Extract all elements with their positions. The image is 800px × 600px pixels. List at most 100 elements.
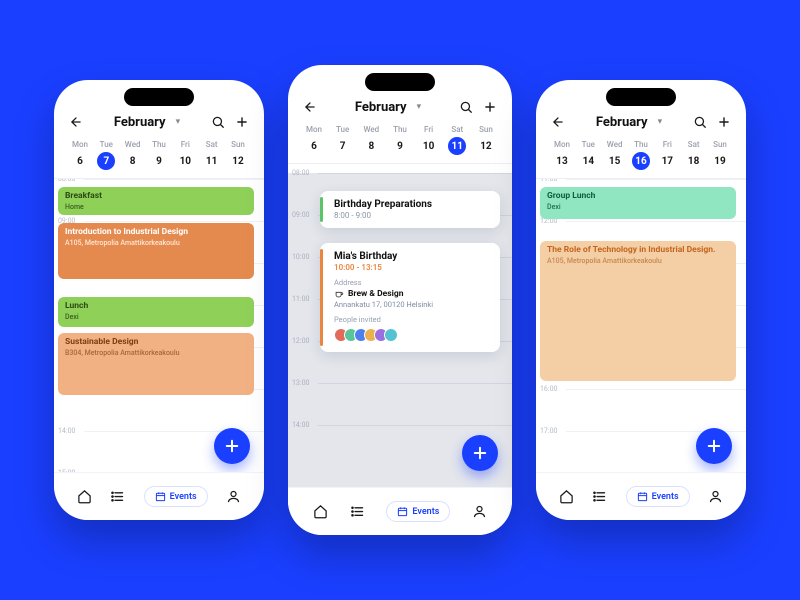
timeline[interactable]: 08:0009:0010:0011:0012:0013:0014:0015:00… <box>54 179 264 520</box>
month-selector[interactable]: February▾ <box>355 100 421 115</box>
calendar-icon <box>397 506 408 517</box>
day-number: 17 <box>658 152 676 170</box>
chevron-down-icon: ▾ <box>417 102 422 112</box>
add-button[interactable] <box>716 114 732 130</box>
device-notch <box>124 88 194 106</box>
event-subtitle: Home <box>65 203 247 211</box>
tab-home[interactable] <box>77 489 92 504</box>
add-button[interactable] <box>482 99 498 115</box>
week-row: Mon6Tue7Wed8 Thu 9 Fri10Sat11Sun12 <box>288 121 512 163</box>
day-column[interactable]: Mon6 <box>68 140 92 170</box>
day-column[interactable]: Tue7 <box>94 140 118 170</box>
tab-events[interactable]: Events <box>144 486 208 507</box>
tab-list[interactable] <box>592 489 607 504</box>
back-button[interactable] <box>550 114 566 130</box>
month-selector[interactable]: February▾ <box>596 115 662 130</box>
event-subtitle: B304, Metropolia Amattikorkeakoulu <box>65 349 247 357</box>
address-line: Annankatu 17, 00120 Helsinki <box>334 300 490 309</box>
event-subtitle: A105, Metropolia Amattikorkeakoulu <box>547 257 729 265</box>
day-of-week: Sat <box>688 140 700 149</box>
day-number: 7 <box>97 152 115 170</box>
day-column[interactable]: Mon13 <box>550 140 574 170</box>
fab-add-event[interactable] <box>462 435 498 471</box>
day-column[interactable]: Sat11 <box>445 125 469 155</box>
plus-icon <box>705 437 723 455</box>
day-number: 9 <box>150 152 168 170</box>
day-of-week: Sat <box>206 140 218 149</box>
day-number: 14 <box>579 152 597 170</box>
day-column[interactable]: Thu 9 <box>388 125 412 155</box>
tab-home[interactable] <box>559 489 574 504</box>
calendar-icon <box>637 491 648 502</box>
day-column[interactable]: Tue14 <box>576 140 600 170</box>
chevron-down-icon: ▾ <box>176 117 181 127</box>
tab-events[interactable]: Events <box>626 486 690 507</box>
day-column[interactable]: Thu 9 <box>147 140 171 170</box>
day-column[interactable]: Sun12 <box>474 125 498 155</box>
day-column[interactable]: Wed8 <box>359 125 383 155</box>
month-selector[interactable]: February ▾ <box>114 115 180 130</box>
user-icon <box>226 489 241 504</box>
day-column[interactable]: Thu16 <box>629 140 653 170</box>
day-column[interactable]: Tue7 <box>331 125 355 155</box>
event-title: Sustainable Design <box>65 338 247 348</box>
hour-row: 13:00 <box>84 389 264 431</box>
hour-label: 14:00 <box>58 427 75 435</box>
event-title: Introduction to Industrial Design <box>65 228 247 238</box>
day-number: 16 <box>632 152 650 170</box>
fab-add-event[interactable] <box>214 428 250 464</box>
week-row: Mon6Tue7Wed8 Thu 9 Fri10Sat11Sun12 <box>54 136 264 178</box>
tab-profile[interactable] <box>708 489 723 504</box>
day-of-week: Thu <box>152 140 166 149</box>
search-button[interactable] <box>692 114 708 130</box>
add-button[interactable] <box>234 114 250 130</box>
day-column[interactable]: Sun19 <box>708 140 732 170</box>
event-block[interactable]: LunchDexi <box>58 297 254 327</box>
event-block[interactable]: Group LunchDexi <box>540 187 736 219</box>
event-block[interactable]: Sustainable DesignB304, Metropolia Amatt… <box>58 333 254 395</box>
event-card-mias-birthday[interactable]: Mia's Birthday 10:00 - 13:15 Address Bre… <box>320 243 500 352</box>
fab-add-event[interactable] <box>696 428 732 464</box>
cup-icon <box>334 289 344 299</box>
day-column[interactable]: Wed15 <box>603 140 627 170</box>
event-color-bar <box>320 197 323 222</box>
day-column[interactable]: Sat18 <box>682 140 706 170</box>
day-column[interactable]: Fri10 <box>173 140 197 170</box>
back-button[interactable] <box>302 99 318 115</box>
device-notch <box>365 73 435 91</box>
event-block[interactable]: Introduction to Industrial DesignA105, M… <box>58 223 254 279</box>
back-button[interactable] <box>68 114 84 130</box>
plus-icon <box>223 437 241 455</box>
day-of-week: Wed <box>125 140 141 149</box>
day-column[interactable]: Sun12 <box>226 140 250 170</box>
search-button[interactable] <box>458 99 474 115</box>
event-time: 8:00 - 9:00 <box>334 211 490 220</box>
tab-home[interactable] <box>313 504 328 519</box>
search-icon <box>211 115 225 129</box>
event-card-birthday-prep[interactable]: Birthday Preparations 8:00 - 9:00 <box>320 191 500 228</box>
people-label: People invited <box>334 315 490 324</box>
tab-list[interactable] <box>350 504 365 519</box>
search-button[interactable] <box>210 114 226 130</box>
day-column[interactable]: Fri17 <box>655 140 679 170</box>
plus-icon <box>717 115 731 129</box>
event-block[interactable]: BreakfastHome <box>58 187 254 215</box>
chevron-down-icon: ▾ <box>658 117 663 127</box>
tab-list[interactable] <box>110 489 125 504</box>
day-column[interactable]: Mon6 <box>302 125 326 155</box>
day-of-week: Mon <box>72 140 88 149</box>
day-column[interactable]: Sat11 <box>200 140 224 170</box>
event-block[interactable]: The Role of Technology in Industrial Des… <box>540 241 736 381</box>
day-number: 10 <box>420 137 438 155</box>
tab-events[interactable]: Events <box>386 501 450 522</box>
hour-label: 16:00 <box>540 385 557 393</box>
day-column[interactable]: Fri10 <box>417 125 441 155</box>
day-number: 9 <box>391 137 409 155</box>
day-column[interactable]: Wed8 <box>121 140 145 170</box>
tab-profile[interactable] <box>226 489 241 504</box>
day-number: 12 <box>229 152 247 170</box>
timeline[interactable]: 11:0012:0013:0014:0015:0016:0017:00Group… <box>536 179 746 520</box>
day-of-week: Thu <box>393 125 407 134</box>
day-of-week: Wed <box>607 140 623 149</box>
tab-profile[interactable] <box>472 504 487 519</box>
